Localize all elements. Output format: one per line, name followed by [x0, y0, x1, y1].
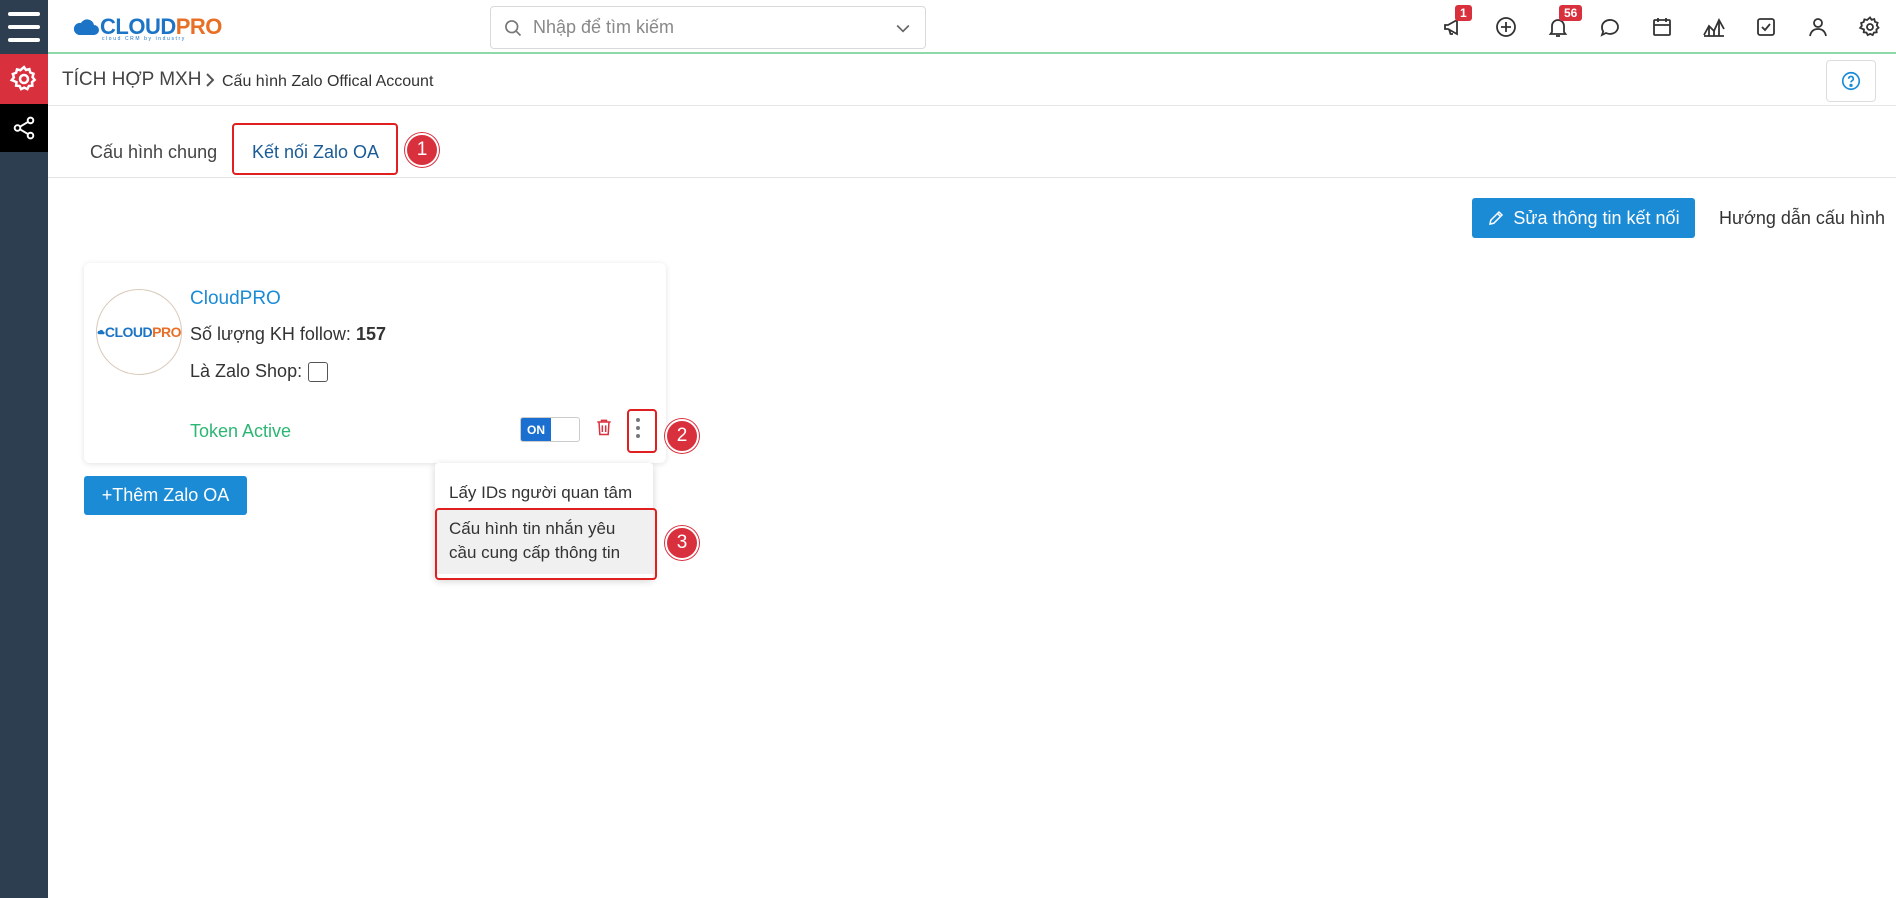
- oa-active-toggle[interactable]: ON: [520, 417, 580, 442]
- notification-badge: 56: [1559, 5, 1583, 21]
- notification-bell-icon[interactable]: 56: [1532, 0, 1584, 54]
- left-rail: [0, 0, 48, 898]
- cloudpro-logo[interactable]: CLOUDPRO cloud CRM by industry: [72, 10, 222, 44]
- chat-icon[interactable]: [1584, 0, 1636, 54]
- zalo-shop-checkbox[interactable]: [308, 361, 329, 382]
- settings-module-icon[interactable]: [0, 54, 48, 104]
- token-status: Token Active: [190, 421, 292, 441]
- oa-avatar: CLOUDPRO: [96, 289, 182, 375]
- search-box[interactable]: [490, 6, 926, 49]
- highlight-box-2: [627, 409, 657, 453]
- top-bar: CLOUDPRO cloud CRM by industry 1 56: [48, 0, 1896, 54]
- follower-count: Số lượng KH follow: 157: [190, 324, 386, 344]
- step-marker-2: 2: [665, 419, 699, 453]
- highlight-box-3: [435, 508, 657, 580]
- step-marker-3: 3: [665, 526, 699, 560]
- edit-connection-button[interactable]: Sửa thông tin kết nối: [1472, 198, 1695, 238]
- share-module-icon[interactable]: [0, 104, 48, 152]
- chevron-down-icon[interactable]: [893, 18, 913, 38]
- highlight-box-1: [232, 123, 398, 175]
- task-check-icon[interactable]: [1740, 0, 1792, 54]
- cloud-logo-icon: [73, 19, 99, 35]
- settings-gear-icon[interactable]: [1844, 0, 1896, 54]
- zalo-oa-card: CLOUDPRO CloudPRO Số lượng KH follow: 15…: [84, 263, 666, 463]
- chevron-right-icon: [203, 71, 217, 94]
- config-guide-link[interactable]: Hướng dẫn cấu hình: [1719, 208, 1885, 229]
- avatar-logo-text: CLOUDPRO: [104, 324, 181, 340]
- menu-icon[interactable]: [6, 8, 42, 46]
- add-zalo-oa-button[interactable]: +Thêm Zalo OA: [84, 476, 247, 515]
- breadcrumb: TÍCH HỢP MXH Cấu hình Zalo Offical Accou…: [48, 56, 1896, 106]
- pencil-icon: [1489, 210, 1504, 225]
- follower-count-value: 157: [355, 324, 386, 344]
- step-marker-1: 1: [405, 133, 439, 167]
- help-button[interactable]: [1826, 60, 1876, 102]
- search-input[interactable]: [533, 17, 893, 38]
- announcement-badge: 1: [1455, 5, 1472, 21]
- help-icon: [1841, 71, 1861, 91]
- announcement-icon[interactable]: 1: [1428, 0, 1480, 54]
- user-icon[interactable]: [1792, 0, 1844, 54]
- menu-item-get-follower-ids[interactable]: Lấy IDs người quan tâm: [435, 481, 653, 505]
- breadcrumb-main[interactable]: TÍCH HỢP MXH: [62, 69, 201, 91]
- search-icon: [505, 19, 522, 36]
- tab-general-config[interactable]: Cấu hình chung: [90, 142, 217, 163]
- calendar-icon[interactable]: [1636, 0, 1688, 54]
- edit-connection-label: Sửa thông tin kết nối: [1513, 207, 1680, 228]
- trash-icon[interactable]: [594, 417, 614, 442]
- logo-tagline: cloud CRM by industry: [102, 36, 186, 42]
- zalo-shop-row: Là Zalo Shop:: [190, 361, 329, 382]
- top-icons: 1 56: [1428, 0, 1896, 54]
- zalo-shop-label: Là Zalo Shop:: [190, 361, 303, 381]
- breadcrumb-sub: Cấu hình Zalo Offical Account: [222, 73, 434, 90]
- app-root: CLOUDPRO cloud CRM by industry 1 56: [0, 0, 1896, 898]
- oa-name[interactable]: CloudPRO: [190, 288, 281, 310]
- toggle-on-label: ON: [521, 418, 551, 441]
- analytics-icon[interactable]: [1688, 0, 1740, 54]
- add-circle-icon[interactable]: [1480, 0, 1532, 54]
- cloud-logo-icon: [97, 329, 105, 335]
